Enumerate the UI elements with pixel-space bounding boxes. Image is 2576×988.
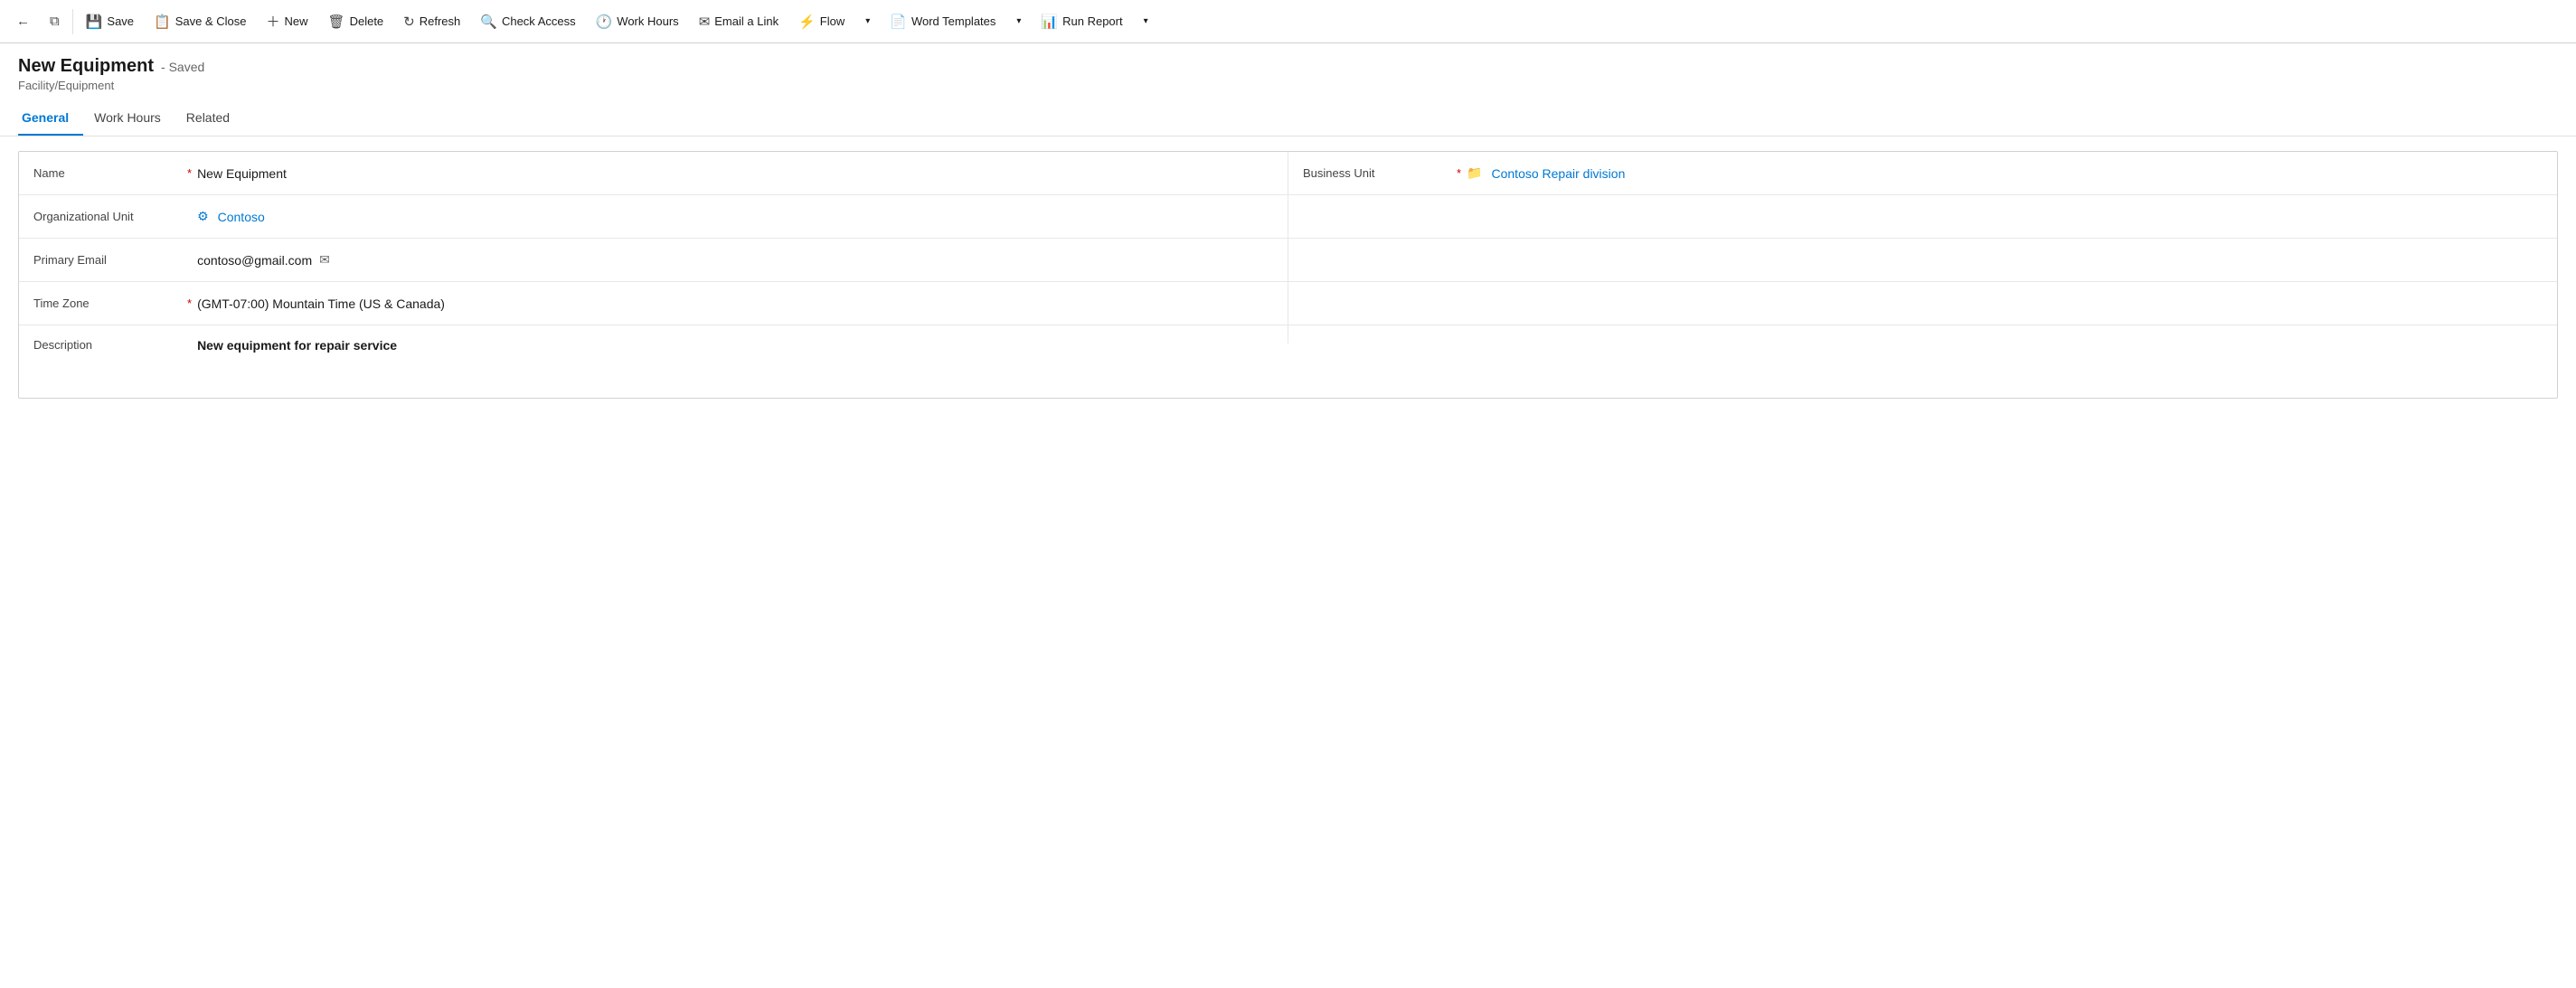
bu-icon: 📁 — [1467, 165, 1482, 181]
new-label: New — [285, 14, 308, 28]
bu-required: * — [1457, 166, 1461, 180]
separator-1 — [72, 9, 73, 34]
flow-dropdown-button[interactable]: ▾ — [854, 11, 879, 32]
flow-dropdown-arrow-icon: ▾ — [865, 16, 870, 26]
form-container: Name * New Equipment Business Unit * 📁 C… — [18, 151, 2558, 399]
delete-label: Delete — [350, 14, 384, 28]
page-title: New Equipment — [18, 56, 154, 77]
run-report-button[interactable]: 📊 Run Report — [1032, 8, 1131, 35]
delete-icon: 🗑 — [328, 14, 345, 30]
flow-button[interactable]: ⚡ Flow — [789, 8, 854, 35]
field-org-right-empty — [1288, 195, 2557, 238]
delete-button[interactable]: 🗑 Delete — [319, 8, 393, 35]
form-row-org-unit: Organizational Unit * ⚙ Contoso — [19, 195, 2557, 239]
desc-value[interactable]: New equipment for repair service — [197, 338, 1273, 353]
save-icon: 💾 — [86, 14, 103, 30]
refresh-icon: ↻ — [403, 14, 415, 30]
save-label: Save — [107, 14, 134, 28]
save-button[interactable]: 💾 Save — [77, 8, 143, 35]
name-required: * — [187, 166, 192, 180]
new-icon: ＋ — [267, 12, 280, 31]
desc-label: Description — [33, 338, 187, 352]
field-email-right-empty — [1288, 239, 2557, 281]
toolbar: ← ⧉ 💾 Save 📋 Save & Close ＋ New 🗑 Delete… — [0, 0, 2576, 43]
new-button[interactable]: ＋ New — [258, 6, 317, 36]
word-templates-label: Word Templates — [911, 14, 995, 28]
page-header: New Equipment - Saved Facility/Equipment — [0, 43, 2576, 96]
tab-related[interactable]: Related — [183, 103, 244, 136]
work-hours-icon: 🕐 — [596, 14, 613, 30]
word-templates-button-group: 📄 Word Templates ▾ — [881, 8, 1030, 35]
email-link-icon: ✉ — [699, 14, 711, 30]
work-hours-label: Work Hours — [617, 14, 678, 28]
flow-label: Flow — [820, 14, 845, 28]
word-templates-icon: 📄 — [890, 14, 907, 30]
flow-button-group: ⚡ Flow ▾ — [789, 8, 879, 35]
field-bu-right: Business Unit * 📁 Contoso Repair divisio… — [1288, 152, 2557, 194]
org-unit-value[interactable]: ⚙ Contoso — [197, 209, 1273, 224]
name-label: Name — [33, 166, 187, 180]
check-access-button[interactable]: 🔍 Check Access — [471, 8, 584, 35]
run-report-button-group: 📊 Run Report ▾ — [1032, 8, 1156, 35]
form-row-name-bu: Name * New Equipment Business Unit * 📁 C… — [19, 152, 2557, 195]
refresh-label: Refresh — [420, 14, 461, 28]
field-tz-left: Time Zone * (GMT-07:00) Mountain Time (U… — [19, 282, 1288, 325]
window-icon: ⧉ — [50, 14, 60, 29]
name-value[interactable]: New Equipment — [197, 166, 1273, 181]
org-unit-label: Organizational Unit — [33, 210, 187, 223]
field-org-left: Organizational Unit * ⚙ Contoso — [19, 195, 1288, 238]
tabs-bar: General Work Hours Related — [0, 103, 2576, 136]
refresh-button[interactable]: ↻ Refresh — [394, 8, 469, 35]
form-row-timezone: Time Zone * (GMT-07:00) Mountain Time (U… — [19, 282, 2557, 325]
field-name-left: Name * New Equipment — [19, 152, 1288, 194]
email-link-button[interactable]: ✉ Email a Link — [690, 8, 788, 35]
window-button[interactable]: ⧉ — [41, 8, 69, 34]
save-close-label: Save & Close — [175, 14, 247, 28]
tz-required: * — [187, 296, 192, 310]
word-templates-dropdown-button[interactable]: ▾ — [1005, 11, 1030, 32]
check-access-icon: 🔍 — [480, 14, 497, 30]
page-subtitle: Facility/Equipment — [18, 79, 2558, 92]
word-templates-button[interactable]: 📄 Word Templates — [881, 8, 1005, 35]
form-row-description: Description * New equipment for repair s… — [19, 325, 2557, 398]
save-close-icon: 📋 — [154, 14, 171, 30]
flow-icon: ⚡ — [798, 14, 816, 30]
form-row-email: Primary Email * contoso@gmail.com ✉ — [19, 239, 2557, 282]
email-row: contoso@gmail.com ✉ — [197, 252, 330, 268]
email-compose-icon[interactable]: ✉ — [319, 252, 330, 268]
email-label: Primary Email — [33, 253, 187, 267]
back-icon: ← — [16, 14, 30, 29]
work-hours-button[interactable]: 🕐 Work Hours — [587, 8, 688, 35]
tab-work-hours[interactable]: Work Hours — [90, 103, 175, 136]
bu-value[interactable]: 📁 Contoso Repair division — [1467, 165, 2543, 181]
back-button[interactable]: ← — [7, 8, 39, 34]
word-templates-dropdown-arrow-icon: ▾ — [1016, 16, 1021, 26]
field-desc-left: Description * New equipment for repair s… — [19, 325, 1288, 362]
org-unit-icon: ⚙ — [197, 209, 209, 224]
run-report-label: Run Report — [1062, 14, 1122, 28]
email-link-label: Email a Link — [714, 14, 778, 28]
tab-general[interactable]: General — [18, 103, 83, 136]
email-value[interactable]: contoso@gmail.com — [197, 253, 312, 268]
tz-label: Time Zone — [33, 296, 187, 310]
check-access-label: Check Access — [502, 14, 576, 28]
field-desc-right-empty — [1288, 325, 2557, 343]
save-close-button[interactable]: 📋 Save & Close — [145, 8, 255, 35]
field-email-left: Primary Email * contoso@gmail.com ✉ — [19, 239, 1288, 281]
run-report-icon: 📊 — [1041, 14, 1058, 30]
run-report-dropdown-arrow-icon: ▾ — [1144, 16, 1148, 26]
page-saved-status: - Saved — [161, 60, 204, 74]
tz-value[interactable]: (GMT-07:00) Mountain Time (US & Canada) — [197, 296, 1273, 311]
field-tz-right-empty — [1288, 282, 2557, 325]
run-report-dropdown-button[interactable]: ▾ — [1132, 11, 1157, 32]
bu-label: Business Unit — [1303, 166, 1457, 180]
